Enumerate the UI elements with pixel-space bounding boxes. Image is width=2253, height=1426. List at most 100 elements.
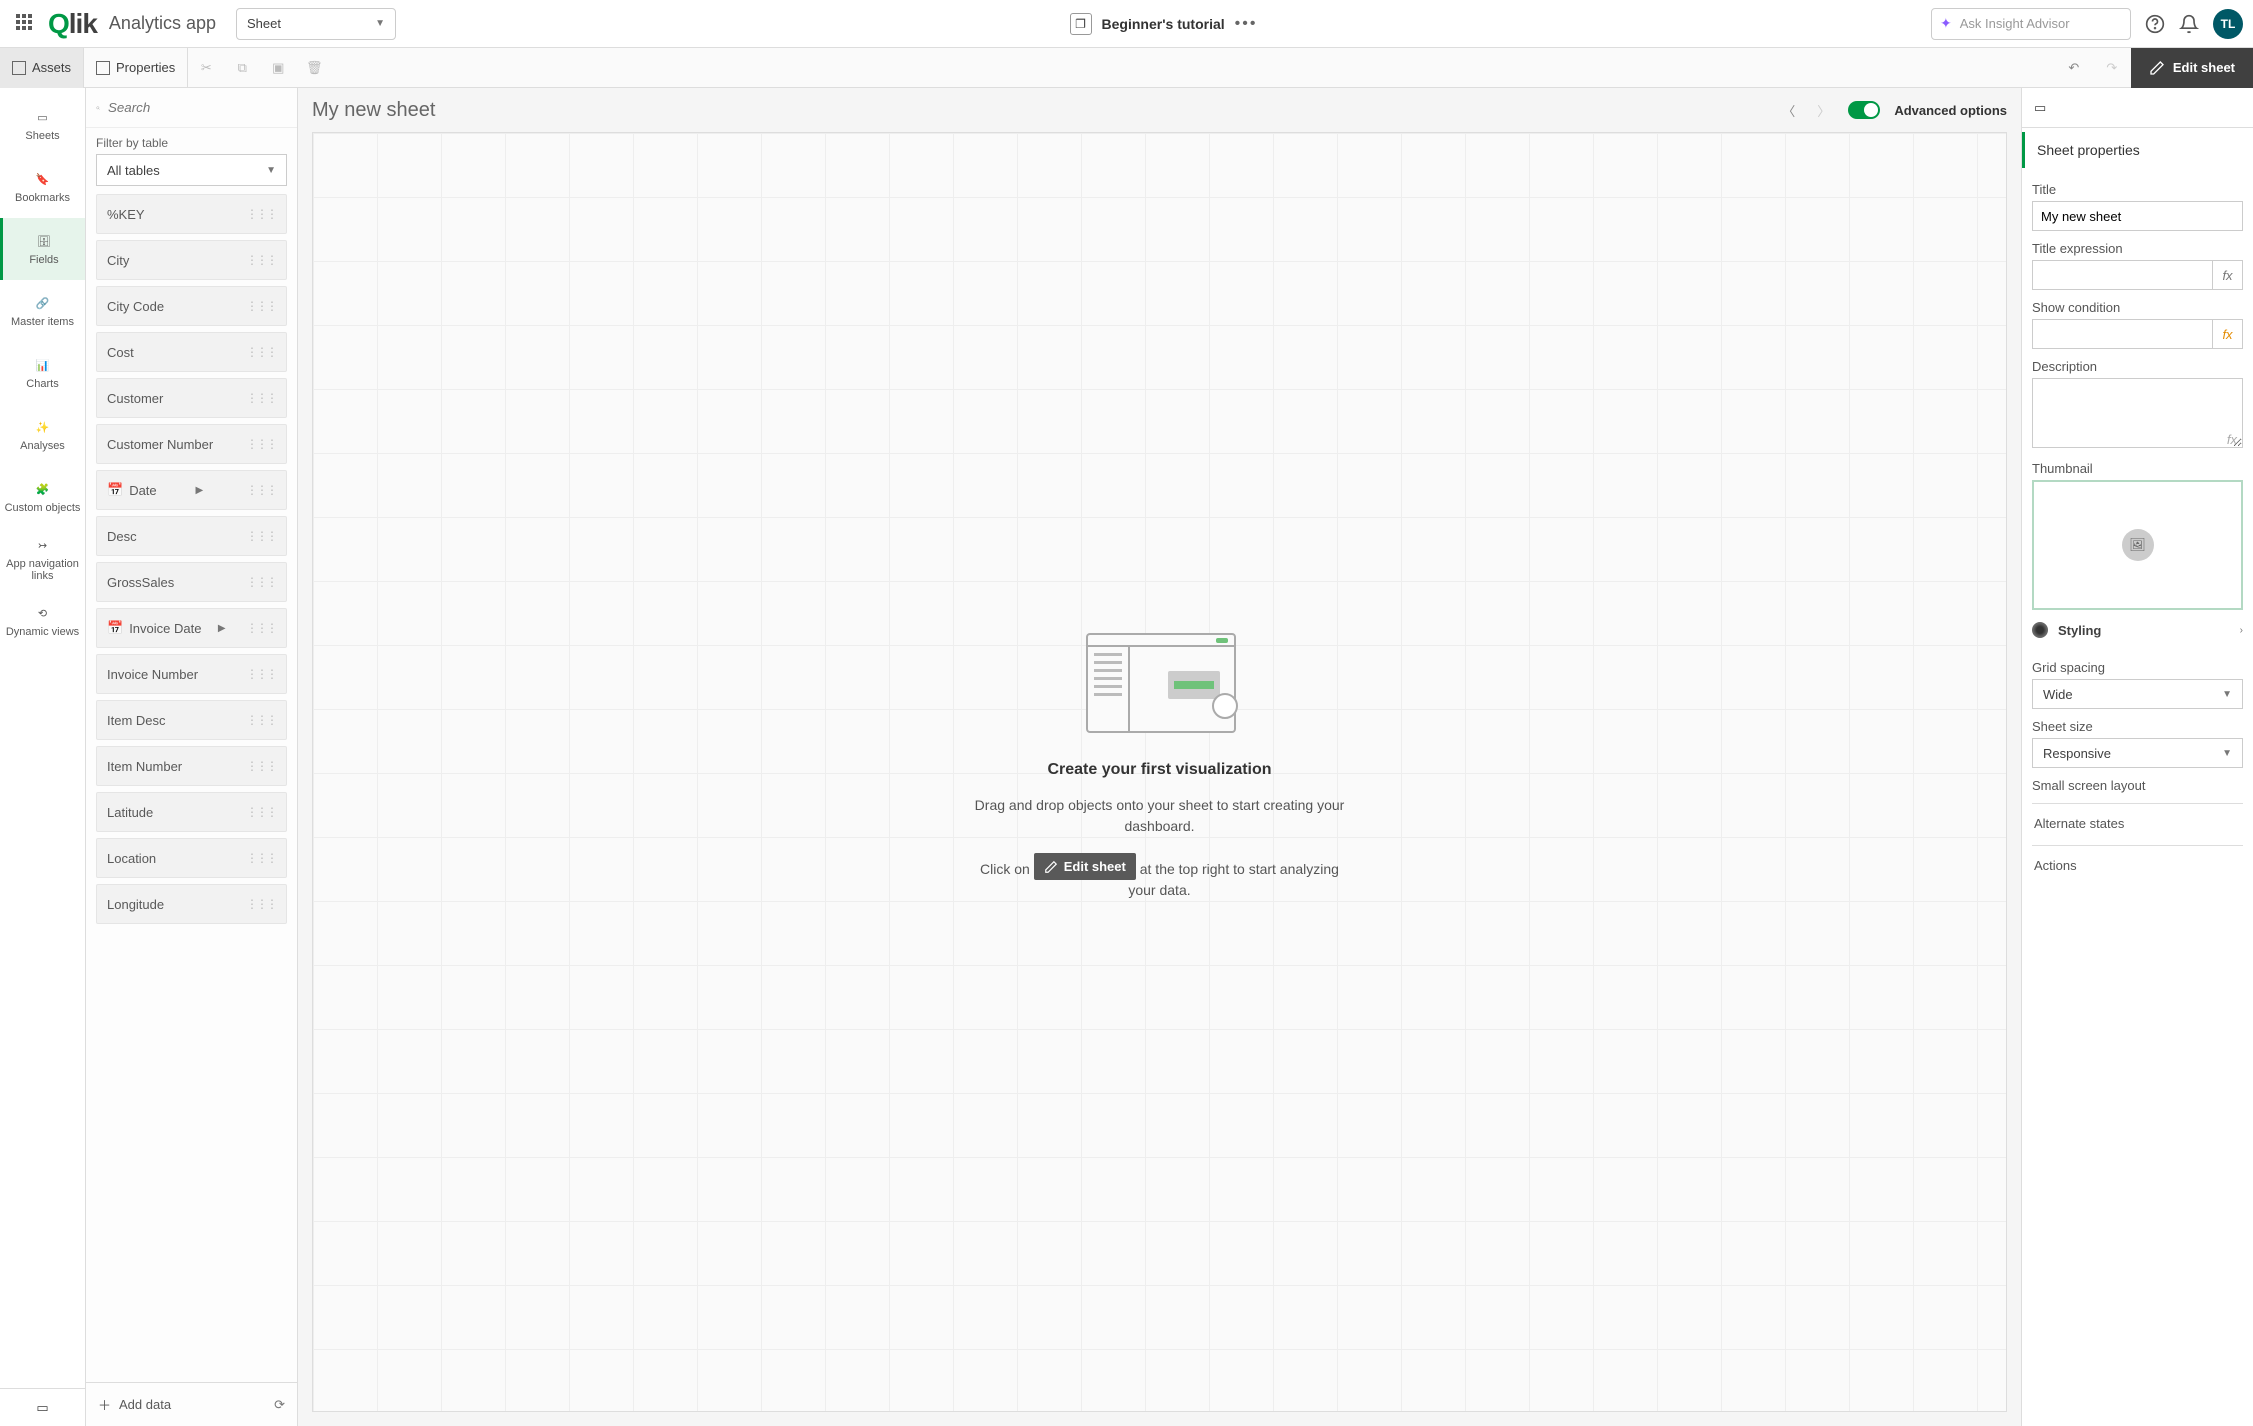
help-icon[interactable]: [2145, 14, 2165, 34]
drag-handle-icon[interactable]: ⋮⋮⋮: [246, 253, 276, 267]
advanced-options-label: Advanced options: [1894, 103, 2007, 118]
drag-handle-icon[interactable]: ⋮⋮⋮: [246, 575, 276, 589]
rail-footer-icon[interactable]: ▭: [0, 1388, 85, 1426]
table-dropdown[interactable]: All tables ▼: [96, 154, 287, 186]
sheet-size-label: Sheet size: [2032, 719, 2243, 734]
props-tabs[interactable]: ▭: [2022, 88, 2253, 128]
show-cond-input[interactable]: [2032, 319, 2213, 349]
rail-fields[interactable]: 🗄Fields: [0, 218, 85, 280]
field-item[interactable]: %KEY ⋮⋮⋮: [96, 194, 287, 234]
field-name: %KEY: [107, 207, 145, 222]
show-cond-fx-button[interactable]: fx: [2213, 319, 2243, 349]
drag-handle-icon[interactable]: ⋮⋮⋮: [246, 713, 276, 727]
copy-button[interactable]: ⧉: [224, 48, 260, 88]
calendar-icon: 📅: [107, 620, 123, 636]
prev-sheet-button[interactable]: 〈: [1778, 101, 1799, 120]
bell-icon[interactable]: [2179, 14, 2199, 34]
field-item[interactable]: Invoice Number⋮⋮⋮: [96, 654, 287, 694]
advanced-options-toggle[interactable]: [1848, 101, 1880, 119]
drag-handle-icon[interactable]: ⋮⋮⋮: [246, 621, 276, 635]
drag-handle-icon[interactable]: ⋮⋮⋮: [246, 851, 276, 865]
properties-button[interactable]: Properties: [84, 48, 188, 88]
drag-handle-icon[interactable]: ⋮⋮⋮: [246, 345, 276, 359]
add-data-button[interactable]: ＋ Add data: [98, 1395, 171, 1414]
refresh-button[interactable]: ⟳: [274, 1397, 285, 1413]
field-item[interactable]: Item Desc⋮⋮⋮: [96, 700, 287, 740]
rail-bookmarks[interactable]: 🔖Bookmarks: [0, 156, 85, 218]
drag-handle-icon[interactable]: ⋮⋮⋮: [246, 897, 276, 911]
field-item[interactable]: Item Number⋮⋮⋮: [96, 746, 287, 786]
drag-handle-icon[interactable]: ⋮⋮⋮: [246, 759, 276, 773]
more-options-icon[interactable]: •••: [1235, 15, 1258, 33]
calendar-icon: 📅: [107, 482, 123, 498]
cut-button[interactable]: ✂: [188, 48, 224, 88]
grid-spacing-select[interactable]: Wide ▼: [2032, 679, 2243, 709]
paste-button[interactable]: ▣: [260, 48, 296, 88]
description-fx-icon[interactable]: fx: [2227, 432, 2237, 447]
insight-advisor-input[interactable]: ✦ Ask Insight Advisor: [1931, 8, 2131, 40]
field-name: City Code: [107, 299, 164, 314]
edit-sheet-button[interactable]: Edit sheet: [2131, 48, 2253, 88]
sheet-canvas[interactable]: Create your first visualization Drag and…: [312, 132, 2007, 1412]
drag-handle-icon[interactable]: ⋮⋮⋮: [246, 483, 276, 497]
field-item[interactable]: Customer Number⋮⋮⋮: [96, 424, 287, 464]
bookmark-icon: 🔖: [34, 170, 52, 188]
actions-section[interactable]: Actions: [2032, 845, 2243, 885]
expand-icon[interactable]: ▶: [195, 485, 203, 496]
field-item[interactable]: Cost⋮⋮⋮: [96, 332, 287, 372]
rail-charts[interactable]: 📊Charts: [0, 342, 85, 404]
title-expr-fx-button[interactable]: fx: [2213, 260, 2243, 290]
field-item[interactable]: 📅Invoice Date▶⋮⋮⋮: [96, 608, 287, 648]
thumbnail-picker[interactable]: 🖼: [2032, 480, 2243, 610]
field-item[interactable]: Customer ⋮⋮⋮: [96, 378, 287, 418]
expand-icon[interactable]: ▶: [218, 623, 226, 634]
field-item[interactable]: GrossSales⋮⋮⋮: [96, 562, 287, 602]
field-item[interactable]: Desc⋮⋮⋮: [96, 516, 287, 556]
sheet-dropdown[interactable]: Sheet ▼: [236, 8, 396, 40]
description-label: Description: [2032, 359, 2243, 374]
title-expr-input[interactable]: [2032, 260, 2213, 290]
redo-button[interactable]: ↷: [2093, 48, 2131, 88]
field-item[interactable]: 📅Date▶⋮⋮⋮: [96, 470, 287, 510]
chevron-right-icon: ›: [2240, 625, 2243, 636]
sheet-size-select[interactable]: Responsive ▼: [2032, 738, 2243, 768]
drag-handle-icon[interactable]: ⋮⋮⋮: [246, 207, 276, 221]
rail-app-nav-links[interactable]: ↣App navigation links: [0, 528, 85, 590]
rail-custom-objects[interactable]: 🧩Custom objects: [0, 466, 85, 528]
next-sheet-button[interactable]: 〉: [1813, 101, 1834, 120]
drag-handle-icon[interactable]: ⋮⋮⋮: [246, 437, 276, 451]
fields-panel: Filter by table All tables ▼ %KEY⋮⋮⋮City…: [86, 88, 298, 1426]
field-item[interactable]: Location⋮⋮⋮: [96, 838, 287, 878]
drag-handle-icon[interactable]: ⋮⋮⋮: [246, 805, 276, 819]
alternate-states-section[interactable]: Alternate states: [2032, 803, 2243, 843]
field-item[interactable]: City ⋮⋮⋮: [96, 240, 287, 280]
field-item[interactable]: Longitude⋮⋮⋮: [96, 884, 287, 924]
rail-analyses[interactable]: ✨Analyses: [0, 404, 85, 466]
delete-button[interactable]: 🗑: [296, 48, 332, 88]
rail-sheets[interactable]: ▭Sheets: [0, 94, 85, 156]
fields-list: %KEY⋮⋮⋮City⋮⋮⋮City Code⋮⋮⋮Cost⋮⋮⋮Custome…: [86, 194, 297, 1382]
search-input[interactable]: [108, 100, 287, 115]
rail-dynamic-views[interactable]: ⟲Dynamic views: [0, 590, 85, 652]
undo-button[interactable]: ↶: [2055, 48, 2093, 88]
app-icon: ❐: [1070, 13, 1092, 35]
drag-handle-icon[interactable]: ⋮⋮⋮: [246, 529, 276, 543]
rail-master-items[interactable]: 🔗Master items: [0, 280, 85, 342]
field-name: City: [107, 253, 129, 268]
description-input[interactable]: [2032, 378, 2243, 448]
chevron-down-icon: ▼: [266, 165, 276, 176]
drag-handle-icon[interactable]: ⋮⋮⋮: [246, 299, 276, 313]
field-item[interactable]: Latitude⋮⋮⋮: [96, 792, 287, 832]
avatar[interactable]: TL: [2213, 9, 2243, 39]
styling-section[interactable]: Styling ›: [2032, 610, 2243, 650]
show-cond-label: Show condition: [2032, 300, 2243, 315]
app-launcher-icon[interactable]: [16, 14, 36, 34]
field-item[interactable]: City Code ⋮⋮⋮: [96, 286, 287, 326]
nav-icon: ↣: [34, 536, 52, 554]
drag-handle-icon[interactable]: ⋮⋮⋮: [246, 391, 276, 405]
field-name: Customer: [107, 391, 163, 406]
empty-prefix: Click on: [980, 861, 1030, 877]
drag-handle-icon[interactable]: ⋮⋮⋮: [246, 667, 276, 681]
title-input[interactable]: [2032, 201, 2243, 231]
assets-button[interactable]: Assets: [0, 48, 84, 88]
